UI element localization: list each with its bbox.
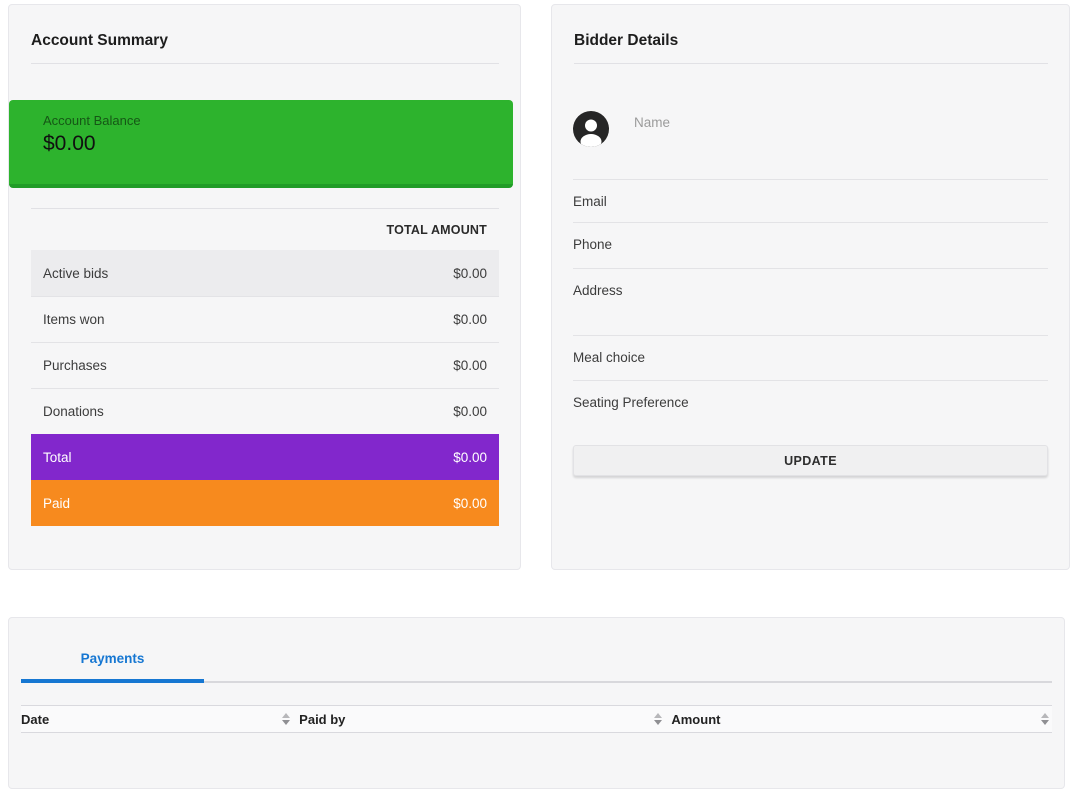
bidder-field-meal-choice: Meal choice: [573, 336, 1048, 381]
bidder-profile-row: Name: [573, 111, 1048, 180]
summary-row-donations: Donations $0.00: [31, 388, 499, 434]
summary-row-amount: $0.00: [453, 312, 487, 327]
summary-row-amount: $0.00: [453, 496, 487, 511]
tab-payments[interactable]: Payments: [21, 641, 204, 683]
sort-icon: [281, 712, 291, 726]
bidder-name-field: Name: [634, 115, 670, 130]
payments-panel: Payments Date Paid by Amount: [8, 617, 1065, 789]
bidder-field-address: Address: [573, 269, 1048, 336]
summary-row-label: Paid: [43, 496, 70, 511]
payments-table-header: Date Paid by Amount: [21, 705, 1052, 733]
summary-row-amount: $0.00: [453, 404, 487, 419]
update-button[interactable]: UPDATE: [573, 445, 1048, 476]
account-balance-value: $0.00: [43, 132, 513, 156]
bidder-details-card: Bidder Details Name Email Phone Address …: [551, 4, 1070, 570]
bidder-details-title: Bidder Details: [552, 5, 1069, 50]
summary-row-label: Active bids: [43, 266, 108, 281]
summary-row-amount: $0.00: [453, 266, 487, 281]
sort-icon: [1040, 712, 1050, 726]
divider: [574, 63, 1048, 64]
column-header-label: Date: [21, 712, 49, 727]
payments-tabs-bar: Payments: [21, 641, 1052, 683]
column-header-label: Amount: [671, 712, 720, 727]
bidder-field-phone: Phone: [573, 223, 1048, 269]
column-header-label: Paid by: [299, 712, 345, 727]
account-summary-title: Account Summary: [9, 5, 520, 50]
account-summary-card: Account Summary Account Balance $0.00 TO…: [8, 4, 521, 570]
summary-row-label: Purchases: [43, 358, 107, 373]
summary-row-active-bids: Active bids $0.00: [31, 250, 499, 296]
summary-row-total: Total $0.00: [31, 434, 499, 480]
summary-row-label: Items won: [43, 312, 105, 327]
column-header-paid-by[interactable]: Paid by: [293, 706, 665, 732]
sort-icon: [653, 712, 663, 726]
total-amount-column-header: TOTAL AMOUNT: [31, 209, 499, 250]
summary-row-amount: $0.00: [453, 358, 487, 373]
summary-row-amount: $0.00: [453, 450, 487, 465]
account-balance-box: Account Balance $0.00: [9, 100, 513, 188]
bidder-field-email: Email: [573, 180, 1048, 223]
bidder-field-seating-preference: Seating Preference: [573, 381, 1048, 427]
summary-row-items-won: Items won $0.00: [31, 296, 499, 342]
divider: [31, 63, 499, 64]
summary-table: Active bids $0.00 Items won $0.00 Purcha…: [31, 250, 499, 526]
summary-row-label: Donations: [43, 404, 104, 419]
bidder-detail-rows: Email Phone Address Meal choice Seating …: [573, 180, 1048, 427]
column-header-date[interactable]: Date: [21, 706, 293, 732]
column-header-amount[interactable]: Amount: [665, 706, 1052, 732]
summary-row-paid: Paid $0.00: [31, 480, 499, 526]
account-balance-label: Account Balance: [43, 113, 513, 128]
person-avatar-icon: [573, 111, 609, 147]
summary-row-label: Total: [43, 450, 72, 465]
summary-row-purchases: Purchases $0.00: [31, 342, 499, 388]
